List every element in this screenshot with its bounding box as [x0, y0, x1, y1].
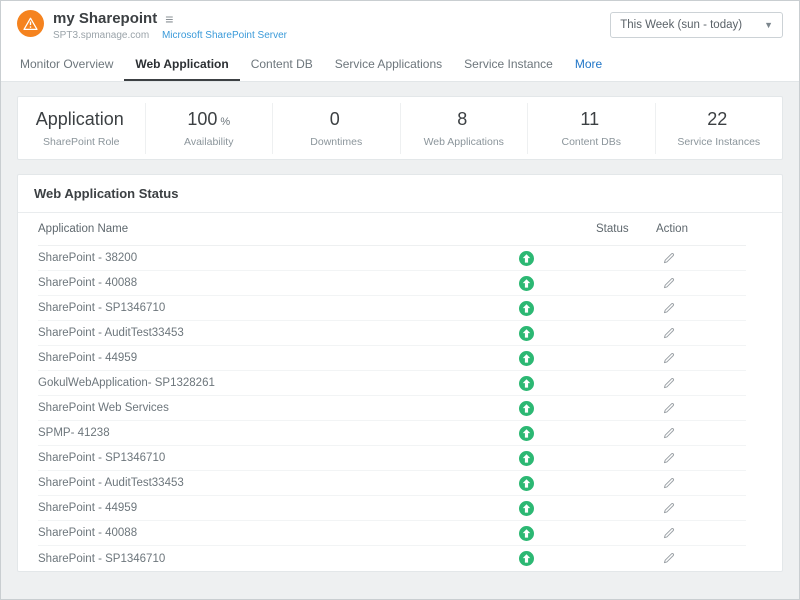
status-up-icon: [519, 407, 534, 419]
application-name: SharePoint - 40088: [38, 277, 456, 289]
stat-label: Downtimes: [277, 136, 396, 148]
hamburger-menu-icon[interactable]: ≡: [165, 12, 173, 26]
host-name: SPT3.spmanage.com: [53, 30, 149, 41]
time-range-select[interactable]: This Week (sun - today) ▼: [610, 12, 783, 38]
status-up-icon: [519, 557, 534, 569]
table-body: SharePoint - 38200 SharePoint - 40088 Shar…: [18, 246, 782, 571]
web-application-status-card: Web Application Status Application Name …: [17, 174, 783, 572]
stat-value: 22: [707, 109, 727, 129]
status-up-icon: [519, 432, 534, 444]
server-type-link[interactable]: Microsoft SharePoint Server: [162, 30, 287, 41]
stat-value: 100: [187, 109, 217, 129]
column-header-application-name: Application Name: [38, 223, 456, 235]
table-row: SharePoint - 44959: [38, 346, 746, 371]
status-up-icon: [519, 507, 534, 519]
main-content: Application SharePoint Role 100% Availab…: [1, 82, 799, 599]
edit-icon[interactable]: [662, 552, 675, 565]
tab-service-instance[interactable]: Service Instance: [453, 48, 564, 81]
header: my Sharepoint ≡ SPT3.spmanage.com Micros…: [1, 1, 799, 48]
table-row: SharePoint Web Services: [38, 396, 746, 421]
stat-availability: 100% Availability: [145, 103, 273, 154]
application-name: SharePoint - 44959: [38, 352, 456, 364]
stat-value: 8: [457, 109, 467, 129]
column-header-status: Status: [596, 223, 656, 235]
status-up-icon: [519, 332, 534, 344]
stat-label: Availability: [150, 136, 269, 148]
table-row: SharePoint - 40088: [38, 521, 746, 546]
status-up-icon: [519, 457, 534, 469]
status-up-icon: [519, 532, 534, 544]
edit-icon[interactable]: [662, 427, 675, 440]
stat-value: 11: [580, 109, 599, 129]
edit-icon[interactable]: [662, 402, 675, 415]
stats-card: Application SharePoint Role 100% Availab…: [17, 96, 783, 160]
app-window: my Sharepoint ≡ SPT3.spmanage.com Micros…: [0, 0, 800, 600]
table-row: SharePoint - 38200: [38, 246, 746, 271]
table-row: SharePoint - 44959: [38, 496, 746, 521]
monitor-warning-icon: [17, 10, 44, 37]
stat-content-dbs: 11 Content DBs: [527, 103, 655, 154]
stat-sharepoint-role: Application SharePoint Role: [18, 103, 145, 154]
application-name: SharePoint - SP1346710: [38, 302, 456, 314]
edit-icon[interactable]: [662, 277, 675, 290]
edit-icon[interactable]: [662, 502, 675, 515]
tab-bar: Monitor Overview Web Application Content…: [1, 48, 799, 82]
table-title: Web Application Status: [18, 175, 782, 213]
stat-label: Web Applications: [405, 136, 524, 148]
edit-icon[interactable]: [662, 302, 675, 315]
application-name: SharePoint - 40088: [38, 527, 456, 539]
table-row: GokulWebApplication- SP1328261: [38, 371, 746, 396]
table-header-row: Application Name Status Action: [38, 213, 746, 246]
stat-label: Content DBs: [532, 136, 651, 148]
application-name: SharePoint - 38200: [38, 252, 456, 264]
percent-suffix: %: [220, 116, 230, 128]
edit-icon[interactable]: [662, 527, 675, 540]
application-name: SharePoint - SP1346710: [38, 553, 456, 565]
application-name: SPMP- 41238: [38, 427, 456, 439]
application-name: GokulWebApplication- SP1328261: [38, 377, 456, 389]
application-name: SharePoint - AuditTest33453: [38, 477, 456, 489]
time-range-value: This Week (sun - today): [620, 19, 742, 31]
application-name: SharePoint - SP1346710: [38, 452, 456, 464]
table-row: SharePoint - AuditTest33453: [38, 321, 746, 346]
status-up-icon: [519, 282, 534, 294]
tab-service-applications[interactable]: Service Applications: [324, 48, 453, 81]
edit-icon[interactable]: [662, 452, 675, 465]
table-row: SharePoint - SP1346710: [38, 546, 746, 571]
tab-more[interactable]: More: [564, 48, 613, 81]
application-name: SharePoint - 44959: [38, 502, 456, 514]
caret-down-icon: ▼: [764, 20, 773, 30]
status-up-icon: [519, 357, 534, 369]
edit-icon[interactable]: [662, 327, 675, 340]
application-name: SharePoint Web Services: [38, 402, 456, 414]
table-row: SharePoint - SP1346710: [38, 296, 746, 321]
tab-content-db[interactable]: Content DB: [240, 48, 324, 81]
table-row: SPMP- 41238: [38, 421, 746, 446]
edit-icon[interactable]: [662, 252, 675, 265]
status-up-icon: [519, 382, 534, 394]
stat-label: Service Instances: [660, 136, 779, 148]
stat-web-applications: 8 Web Applications: [400, 103, 528, 154]
table-row: SharePoint - SP1346710: [38, 446, 746, 471]
edit-icon[interactable]: [662, 377, 675, 390]
stat-label: SharePoint Role: [22, 136, 141, 148]
status-up-icon: [519, 257, 534, 269]
stat-downtimes: 0 Downtimes: [272, 103, 400, 154]
status-up-icon: [519, 482, 534, 494]
edit-icon[interactable]: [662, 477, 675, 490]
column-header-action: Action: [656, 223, 746, 235]
stat-service-instances: 22 Service Instances: [655, 103, 783, 154]
stat-value: 0: [330, 109, 340, 129]
table-row: SharePoint - AuditTest33453: [38, 471, 746, 496]
stat-value: Application: [36, 109, 124, 129]
page-title: my Sharepoint: [53, 10, 157, 27]
edit-icon[interactable]: [662, 352, 675, 365]
status-up-icon: [519, 307, 534, 319]
tab-monitor-overview[interactable]: Monitor Overview: [9, 48, 124, 81]
application-name: SharePoint - AuditTest33453: [38, 327, 456, 339]
tab-web-application[interactable]: Web Application: [124, 48, 239, 81]
table-row: SharePoint - 40088: [38, 271, 746, 296]
